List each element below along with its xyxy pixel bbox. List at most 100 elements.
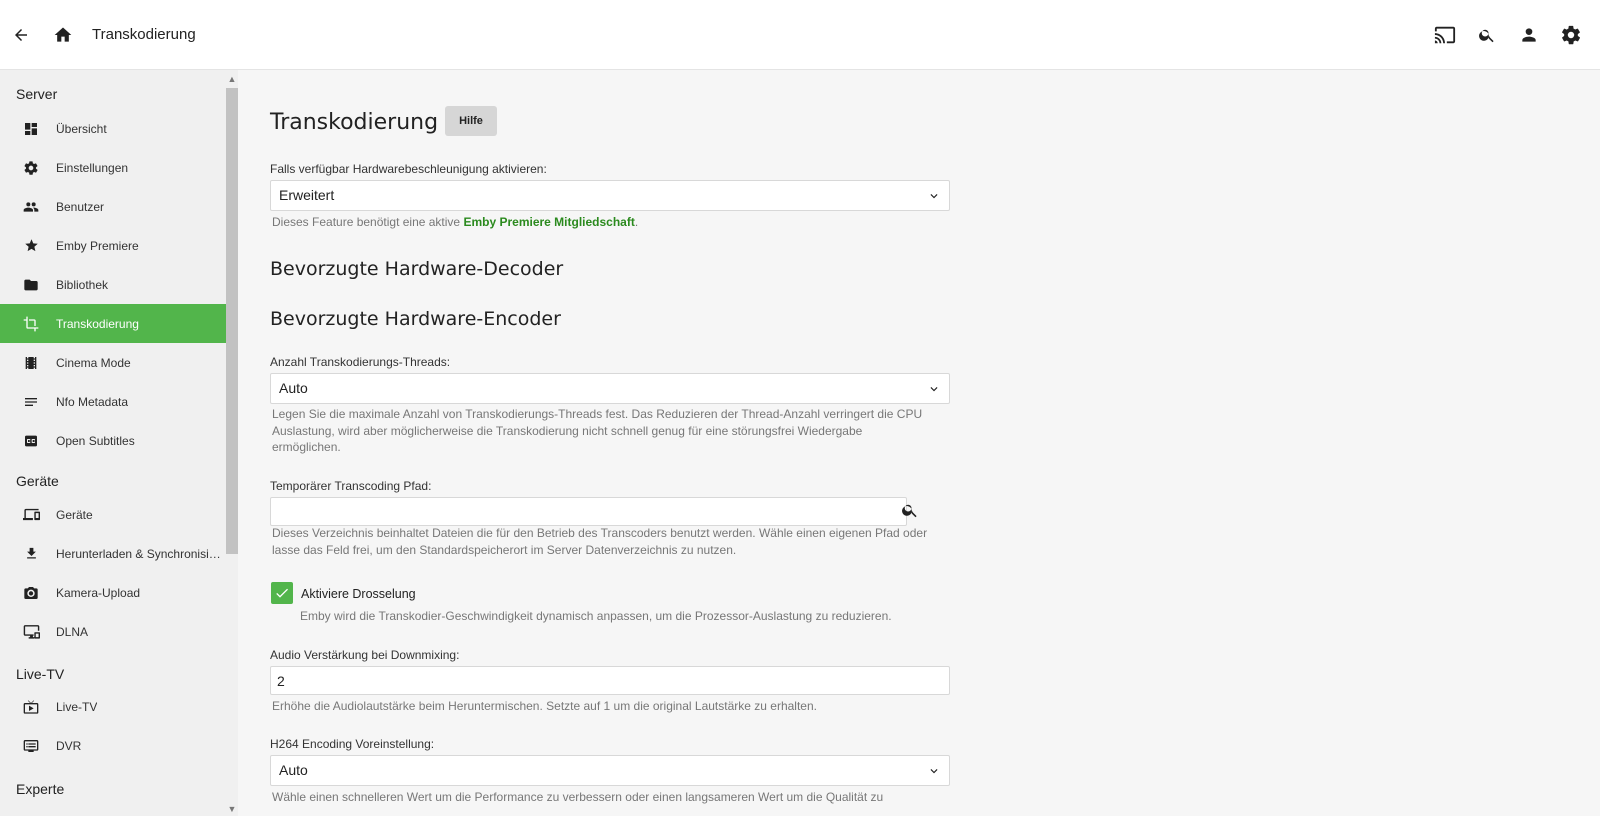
dvr-icon <box>20 735 42 757</box>
main-content: Transkodierung Hilfe Falls verfügbar Har… <box>238 70 1590 816</box>
chevron-down-icon <box>925 756 943 785</box>
scroll-down-icon[interactable]: ▼ <box>227 804 237 814</box>
sidebar-scrollbar-thumb[interactable] <box>226 88 238 554</box>
h264-value: Auto <box>279 762 308 778</box>
top-bar: Transkodierung <box>0 0 1600 70</box>
sidebar-item-label: Nfo Metadata <box>56 394 129 409</box>
sidebar-item-camera-upload[interactable]: Kamera-Upload <box>0 573 226 612</box>
download-icon <box>20 543 42 565</box>
search-icon <box>1479 29 1494 43</box>
sidebar-item-users[interactable]: Benutzer <box>0 187 226 226</box>
sidebar-item-label: Benutzer <box>56 199 105 214</box>
h264-description: Wähle einen schnelleren Wert um die Perf… <box>272 790 884 804</box>
camera-icon <box>20 582 42 604</box>
sidebar-item-label: DLNA <box>56 624 89 639</box>
sidebar-item-live-tv[interactable]: Live-TV <box>0 687 226 726</box>
search-button[interactable] <box>1466 14 1508 56</box>
sidebar-item-label: Cinema Mode <box>56 355 131 370</box>
hw-accel-select[interactable]: Erweitert <box>270 180 950 211</box>
transcode-icon <box>20 313 42 335</box>
hw-accel-value: Erweitert <box>279 187 335 203</box>
search-icon <box>902 504 917 518</box>
folder-icon <box>20 274 42 296</box>
cc-icon <box>20 430 42 452</box>
sidebar-item-cinema-mode[interactable]: Cinema Mode <box>0 343 226 382</box>
decoder-heading: Bevorzugte Hardware-Decoder <box>270 258 564 280</box>
people-icon <box>20 196 42 218</box>
sidebar-item-label: Transkodierung <box>56 316 139 331</box>
hw-accel-desc-suffix: . <box>634 215 639 229</box>
sidebar-item-dvr[interactable]: DVR <box>0 726 226 765</box>
scroll-up-icon[interactable]: ▲ <box>227 74 237 84</box>
sidebar-item-overview[interactable]: Übersicht <box>0 109 226 148</box>
temp-path-description: Dieses Verzeichnis beinhaltet Dateien di… <box>272 526 928 557</box>
sidebar-item-settings[interactable]: Einstellungen <box>0 148 226 187</box>
chevron-down-icon <box>925 181 943 210</box>
sidebar-item-devices[interactable]: Geräte <box>0 495 226 534</box>
sidebar-item-download-sync[interactable]: Herunterladen & Synchronisieren <box>0 534 226 573</box>
threads-select[interactable]: Auto <box>270 373 950 404</box>
home-button[interactable] <box>42 14 84 56</box>
temp-path-label: Temporärer Transcoding Pfad: <box>270 479 432 493</box>
header-left: Transkodierung <box>0 14 196 56</box>
sidebar-item-label: Herunterladen & Synchronisieren <box>56 546 226 561</box>
header-actions <box>1424 14 1592 56</box>
gear-icon <box>1562 25 1580 45</box>
throttle-label: Aktiviere Drosselung <box>301 587 416 601</box>
person-icon <box>1522 28 1536 42</box>
section-server: Server <box>16 86 58 102</box>
throttle-checkbox[interactable] <box>271 582 293 604</box>
dlna-icon <box>20 621 42 643</box>
threads-value: Auto <box>279 380 308 396</box>
home-icon <box>54 27 72 42</box>
sidebar-item-label: Live-TV <box>56 699 98 714</box>
star-icon <box>20 235 42 257</box>
cast-button[interactable] <box>1424 14 1466 56</box>
arrow-left-icon <box>15 28 27 41</box>
audio-boost-input[interactable] <box>270 666 950 695</box>
threads-description: Legen Sie die maximale Anzahl von Transk… <box>272 407 923 454</box>
sidebar-item-label: Open Subtitles <box>56 433 135 448</box>
sidebar: Server Übersicht Einstellungen Benutzer … <box>0 70 226 816</box>
sidebar-item-label: Kamera-Upload <box>56 585 141 600</box>
sidebar-item-emby-premiere[interactable]: Emby Premiere <box>0 226 226 265</box>
live-tv-icon <box>20 696 42 718</box>
sidebar-item-label: Bibliothek <box>56 277 109 292</box>
cast-icon <box>1434 26 1456 44</box>
page-title: Transkodierung <box>92 26 196 43</box>
film-icon <box>20 352 42 374</box>
main-scrollbar[interactable] <box>1590 70 1600 816</box>
sidebar-item-open-subtitles[interactable]: Open Subtitles <box>0 421 226 460</box>
encoder-heading: Bevorzugte Hardware-Encoder <box>270 308 561 330</box>
hw-accel-desc-text: Dieses Feature benötigt eine aktive <box>272 215 464 229</box>
section-devices: Geräte <box>16 473 59 489</box>
chevron-down-icon <box>925 374 943 403</box>
lines-icon <box>20 391 42 413</box>
threads-label: Anzahl Transkodierungs-Threads: <box>270 355 451 369</box>
hw-accel-description: Dieses Feature benötigt eine aktive Emby… <box>272 214 932 231</box>
sidebar-item-label: Einstellungen <box>56 160 129 175</box>
sidebar-item-library[interactable]: Bibliothek <box>0 265 226 304</box>
sidebar-item-label: Emby Premiere <box>56 238 139 253</box>
devices-icon <box>20 504 42 526</box>
sidebar-item-label: Übersicht <box>56 121 107 136</box>
user-button[interactable] <box>1508 14 1550 56</box>
sidebar-item-label: Geräte <box>56 507 93 522</box>
sidebar-item-transcoding[interactable]: Transkodierung <box>0 304 226 343</box>
section-live-tv: Live-TV <box>16 666 65 682</box>
h264-select[interactable]: Auto <box>270 755 950 786</box>
temp-path-input[interactable] <box>270 497 907 526</box>
sidebar-item-label: DVR <box>56 738 82 753</box>
help-button[interactable]: Hilfe <box>445 106 497 136</box>
checkmark-icon <box>276 588 288 598</box>
gear-icon <box>20 157 42 179</box>
section-expert: Experte <box>16 781 65 797</box>
emby-premiere-link[interactable]: Emby Premiere Mitgliedschaft <box>463 215 634 229</box>
audio-boost-label: Audio Verstärkung bei Downmixing: <box>270 648 460 662</box>
sidebar-item-dlna[interactable]: DLNA <box>0 612 226 651</box>
dashboard-icon <box>20 118 42 140</box>
settings-button[interactable] <box>1550 14 1592 56</box>
back-button[interactable] <box>0 14 42 56</box>
sidebar-item-nfo-metadata[interactable]: Nfo Metadata <box>0 382 226 421</box>
browse-path-button[interactable] <box>896 496 924 524</box>
